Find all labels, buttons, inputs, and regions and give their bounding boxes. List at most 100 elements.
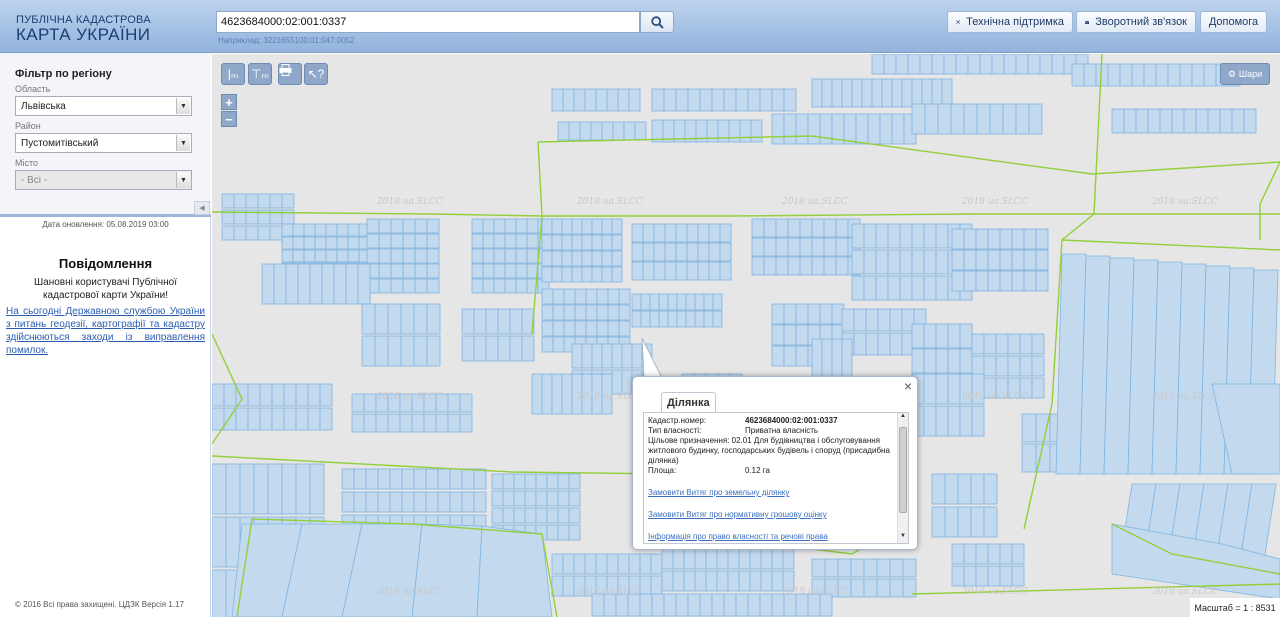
parcel[interactable]	[1021, 413, 1037, 443]
parcel[interactable]	[841, 338, 853, 380]
parcel[interactable]	[1023, 249, 1037, 271]
parcel[interactable]	[686, 242, 699, 262]
parcel[interactable]	[535, 490, 548, 507]
parcel[interactable]	[716, 548, 729, 570]
parcel[interactable]	[557, 490, 570, 507]
parcel[interactable]	[378, 248, 392, 264]
parcel[interactable]	[739, 119, 752, 143]
parcel[interactable]	[591, 343, 603, 369]
parcel[interactable]	[771, 548, 784, 570]
parcel[interactable]	[271, 383, 285, 407]
parcel[interactable]	[983, 506, 998, 538]
parcel[interactable]	[497, 308, 511, 335]
parcel[interactable]	[650, 553, 663, 575]
parcel[interactable]	[970, 506, 985, 538]
parcel[interactable]	[235, 407, 249, 431]
parcel[interactable]	[723, 88, 737, 112]
parcel[interactable]	[875, 275, 889, 301]
parcel[interactable]	[923, 249, 937, 275]
parcel[interactable]	[975, 543, 989, 565]
parcel[interactable]	[631, 242, 644, 262]
parcel[interactable]	[811, 218, 825, 238]
parcel[interactable]	[989, 103, 1004, 135]
parcel[interactable]	[863, 223, 877, 249]
parcel[interactable]	[1019, 333, 1033, 355]
parcel[interactable]	[1035, 413, 1051, 443]
parcel[interactable]	[923, 373, 937, 405]
parcel[interactable]	[425, 468, 439, 490]
parcel[interactable]	[999, 270, 1013, 292]
parcel[interactable]	[561, 218, 573, 235]
parcel[interactable]	[482, 263, 495, 279]
parcel[interactable]	[414, 263, 428, 279]
parcel[interactable]	[491, 473, 504, 490]
parcel[interactable]	[285, 263, 299, 305]
parcel[interactable]	[983, 355, 997, 377]
parcel[interactable]	[760, 570, 773, 592]
parcel[interactable]	[552, 336, 565, 353]
parcel[interactable]	[374, 335, 389, 367]
parcel[interactable]	[947, 373, 961, 405]
parcel[interactable]	[1019, 355, 1033, 377]
parcel[interactable]	[618, 304, 631, 321]
parcel[interactable]	[509, 308, 523, 335]
parcel[interactable]	[771, 303, 785, 325]
parcel[interactable]	[775, 256, 789, 276]
parcel[interactable]	[841, 308, 855, 332]
parcel[interactable]	[738, 570, 751, 592]
parcel[interactable]	[482, 248, 495, 264]
parcel[interactable]	[653, 223, 666, 243]
parcel[interactable]	[1243, 108, 1257, 134]
parcel[interactable]	[795, 593, 809, 617]
parcel[interactable]	[807, 303, 821, 325]
parcel[interactable]	[851, 249, 865, 275]
parcel[interactable]	[437, 468, 451, 490]
parcel[interactable]	[943, 54, 957, 75]
parcel[interactable]	[760, 548, 773, 570]
parcel[interactable]	[976, 103, 991, 135]
parcel[interactable]	[951, 228, 965, 250]
parcel[interactable]	[863, 578, 878, 598]
parcel[interactable]	[783, 88, 797, 112]
parcel[interactable]	[853, 332, 867, 356]
parcel[interactable]	[951, 565, 965, 587]
parcel[interactable]	[841, 78, 853, 108]
parcel[interactable]	[887, 249, 901, 275]
parcel[interactable]	[336, 249, 349, 263]
parcel[interactable]	[831, 338, 843, 380]
parcel[interactable]	[687, 88, 701, 112]
parcel[interactable]	[983, 333, 997, 355]
collapse-sidebar-button[interactable]: ◀	[194, 201, 210, 215]
parcel[interactable]	[551, 373, 563, 415]
notice-link[interactable]: На сьогодні Державною службою України з …	[6, 305, 205, 357]
parcel[interactable]	[513, 473, 526, 490]
parcel[interactable]	[387, 303, 402, 335]
parcel[interactable]	[887, 223, 901, 249]
parcel[interactable]	[1031, 355, 1045, 377]
parcel[interactable]	[871, 54, 885, 75]
parcel[interactable]	[991, 54, 1005, 75]
parcel[interactable]	[541, 288, 554, 305]
parcel[interactable]	[426, 278, 440, 294]
parcel[interactable]	[353, 491, 367, 513]
parcel[interactable]	[951, 270, 965, 292]
parcel[interactable]	[889, 578, 904, 598]
parcel[interactable]	[787, 256, 801, 276]
parcel[interactable]	[1031, 333, 1045, 355]
parcel[interactable]	[861, 78, 873, 108]
parcel[interactable]	[253, 463, 269, 515]
parcel[interactable]	[782, 548, 795, 570]
parcel[interactable]	[617, 553, 630, 575]
parcel[interactable]	[751, 218, 765, 238]
parcel[interactable]	[585, 304, 598, 321]
parcel[interactable]	[708, 242, 721, 262]
parcel[interactable]	[931, 78, 943, 108]
parcel[interactable]	[716, 570, 729, 592]
parcel[interactable]	[651, 593, 665, 617]
parcel[interactable]	[686, 261, 699, 281]
cadastral-map[interactable]: 2018 ua.SLCC 2018 ua.SLCC 2018 ua.SLCC 2018…	[212, 54, 1280, 617]
parcel[interactable]	[1023, 270, 1037, 292]
parcel[interactable]	[551, 553, 564, 575]
parcel[interactable]	[1111, 108, 1125, 134]
parcel[interactable]	[247, 383, 261, 407]
